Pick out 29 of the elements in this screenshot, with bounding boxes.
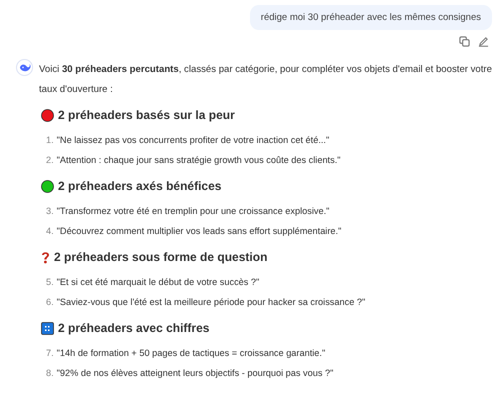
list-item-text: "Saviez-vous que l'été est la meilleure période pour hacker sa croissance ?" [56,296,366,309]
list-number: 6. [46,296,54,309]
list-item-text: "Découvrez comment multiplier vos leads sans effort supplémentaire." [56,225,342,238]
list-number: 1. [46,134,54,147]
numbers-keycap-icon [41,322,54,334]
list-number: 4. [46,225,54,238]
list-item-text: "14h de formation + 50 pages de tactiques = croissance garantie." [56,347,326,360]
section-heading: 2 préheaders axés bénéfices [58,179,222,193]
copy-icon[interactable] [459,36,470,47]
list-number: 7. [46,347,54,360]
section-heading: 2 préheaders avec chiffres [58,321,210,335]
list-item-text: "Transformez votre été en tremplin pour une croissance explosive." [56,205,330,218]
list-number: 3. [46,205,54,218]
list-number: 2. [46,154,54,167]
list-item-text: "Attention : chaque jour sans stratégie growth vous coûte des clients." [56,154,341,167]
section-heading: 2 préheaders sous forme de question [54,250,268,264]
question-mark-icon [41,250,50,264]
success-dot-icon [41,180,54,192]
section-heading: 2 préheaders basés sur la peur [58,108,235,122]
user-message: rédige moi 30 préheader avec les mêmes consignes [250,5,492,30]
warning-dot-icon [41,108,54,122]
edit-icon[interactable] [478,36,489,47]
list-item-text: "92% de nos élèves atteignent leurs objectifs - pourquoi pas vous ?" [56,367,334,380]
list-number: 5. [46,276,54,289]
list-number: 8. [46,367,54,380]
list-item-text: "Et si cet été marquait le début de votre succès ?" [56,276,260,289]
list-item-text: "Ne laissez pas vos concurrents profiter de votre inaction cet été..." [56,134,330,147]
intro-paragraph: Voici 30 préheaders percutants, classés par catégorie, pour compléter vos objets d'email et booster votre taux d'ouverture : [39,63,492,97]
whale-avatar-icon [16,59,33,76]
